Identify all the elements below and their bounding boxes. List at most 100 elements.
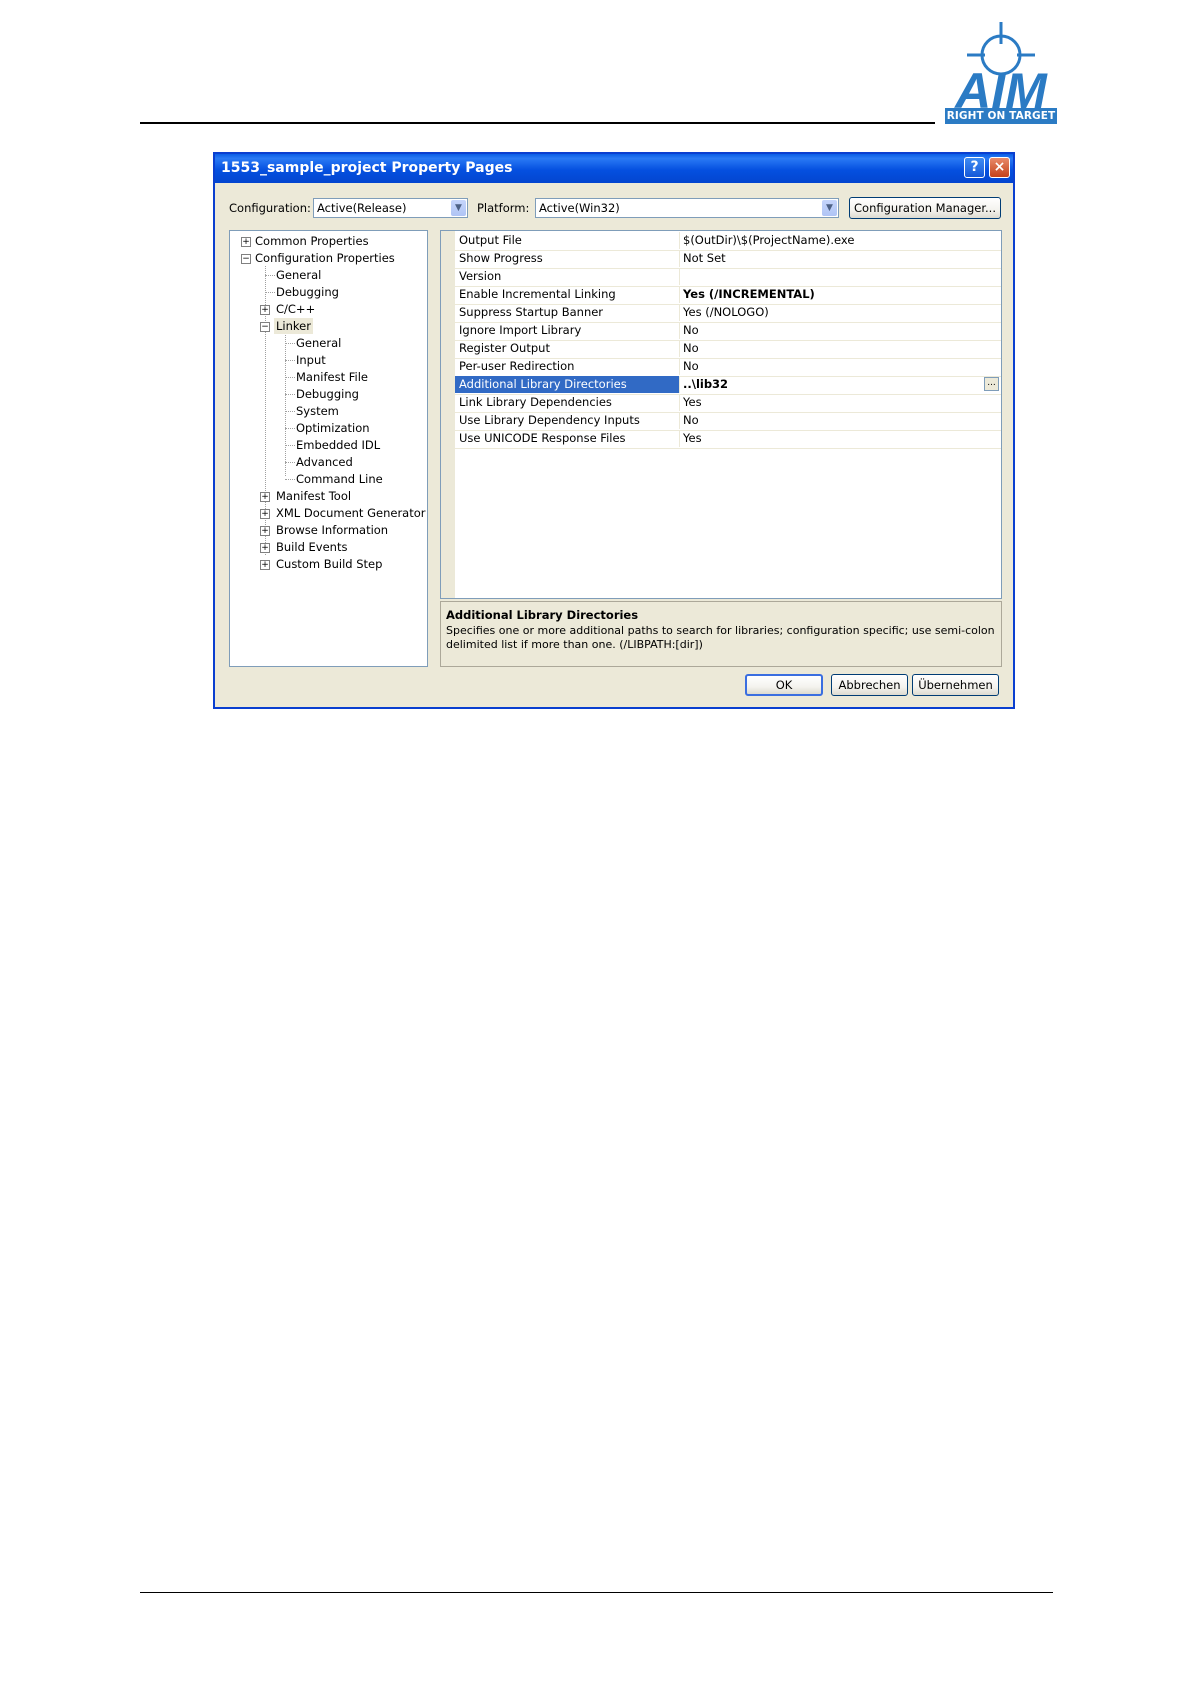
property-name: Show Progress (455, 250, 680, 267)
description-panel: Additional Library Directories Specifies… (440, 601, 1002, 667)
tree-connector (265, 275, 275, 276)
property-row[interactable]: Version (455, 268, 1001, 287)
property-name: Use UNICODE Response Files (455, 430, 680, 447)
expand-icon[interactable]: + (260, 305, 270, 315)
tree-item-linker-manifest-file[interactable]: Manifest File (296, 369, 368, 385)
tree-connector (285, 332, 286, 476)
dialog-titlebar[interactable]: 1553_sample_project Property Pages ? × (215, 154, 1013, 183)
tree-item-linker[interactable]: Linker (274, 318, 313, 334)
property-pages-dialog: 1553_sample_project Property Pages ? × C… (213, 152, 1015, 709)
property-name: Output File (455, 232, 680, 249)
description-text: Specifies one or more additional paths t… (446, 624, 995, 651)
property-row[interactable]: Register Output No (455, 340, 1001, 359)
expand-icon[interactable]: + (260, 560, 270, 570)
tree-item-linker-optimization[interactable]: Optimization (296, 420, 370, 436)
footer-rule (140, 1592, 1053, 1593)
configuration-select[interactable]: Active(Release) ▼ (313, 198, 468, 218)
grid-gutter (441, 231, 455, 598)
tree-item-custom-build-step[interactable]: Custom Build Step (276, 556, 382, 572)
property-row[interactable]: Suppress Startup Banner Yes (/NOLOGO) (455, 304, 1001, 323)
logo-tagline: RIGHT ON TARGET (945, 108, 1057, 124)
property-row[interactable]: Use UNICODE Response Files Yes (455, 430, 1001, 449)
help-icon: ? (970, 159, 979, 175)
configuration-manager-button[interactable]: Configuration Manager... (849, 197, 1001, 219)
property-value[interactable]: No (683, 358, 1001, 375)
property-row-selected[interactable]: Additional Library Directories ..\lib32 … (455, 376, 1001, 395)
property-row[interactable]: Output File $(OutDir)\$(ProjectName).exe (455, 232, 1001, 251)
description-title: Additional Library Directories (446, 608, 639, 622)
property-value[interactable]: No (683, 340, 1001, 357)
tree-item-linker-system[interactable]: System (296, 403, 339, 419)
tree-item-general[interactable]: General (276, 267, 321, 283)
property-grid[interactable]: Output File $(OutDir)\$(ProjectName).exe… (440, 230, 1002, 599)
property-name: Link Library Dependencies (455, 394, 680, 411)
property-row[interactable]: Per-user Redirection No (455, 358, 1001, 377)
expand-icon[interactable]: + (260, 509, 270, 519)
chevron-down-icon[interactable]: ▼ (822, 200, 837, 216)
header-rule (140, 122, 935, 124)
property-value[interactable]: ..\lib32 (683, 376, 1001, 393)
property-name: Suppress Startup Banner (455, 304, 680, 321)
collapse-icon[interactable]: − (241, 254, 251, 264)
expand-icon[interactable]: + (260, 526, 270, 536)
ok-button[interactable]: OK (745, 674, 823, 696)
cancel-button[interactable]: Abbrechen (831, 674, 908, 696)
tree-connector (285, 377, 295, 378)
property-row[interactable]: Show Progress Not Set (455, 250, 1001, 269)
property-name: Enable Incremental Linking (455, 286, 680, 303)
tree-item-linker-advanced[interactable]: Advanced (296, 454, 353, 470)
property-value[interactable]: $(OutDir)\$(ProjectName).exe (683, 232, 1001, 249)
tree-item-linker-general[interactable]: General (296, 335, 341, 351)
apply-button[interactable]: Übernehmen (912, 674, 999, 696)
help-button[interactable]: ? (964, 157, 985, 178)
tree-item-browse-information[interactable]: Browse Information (276, 522, 388, 538)
tree-item-linker-embedded-idl[interactable]: Embedded IDL (296, 437, 380, 453)
property-value[interactable]: Yes (683, 394, 1001, 411)
tree-item-linker-debugging[interactable]: Debugging (296, 386, 359, 402)
property-value[interactable]: Not Set (683, 250, 1001, 267)
expand-icon[interactable]: + (260, 543, 270, 553)
property-name: Version (455, 268, 680, 285)
tree-item-debugging[interactable]: Debugging (276, 284, 339, 300)
tree-item-build-events[interactable]: Build Events (276, 539, 347, 555)
expand-icon[interactable]: + (241, 237, 251, 247)
tree-connector (285, 445, 295, 446)
logo-word: AIM (953, 63, 1048, 110)
platform-select[interactable]: Active(Win32) ▼ (535, 198, 839, 218)
platform-label: Platform: (477, 201, 530, 215)
category-tree[interactable]: + − + − + + + + + Common Properties Conf… (229, 230, 428, 667)
close-button[interactable]: × (989, 157, 1010, 178)
collapse-icon[interactable]: − (260, 322, 270, 332)
property-row[interactable]: Use Library Dependency Inputs No (455, 412, 1001, 431)
property-value[interactable]: No (683, 412, 1001, 429)
property-row[interactable]: Enable Incremental Linking Yes (/INCREME… (455, 286, 1001, 305)
tree-item-cpp[interactable]: C/C++ (276, 301, 315, 317)
expand-icon[interactable]: + (260, 492, 270, 502)
crosshair-logo-icon: AIM (953, 22, 1048, 119)
property-row[interactable]: Link Library Dependencies Yes (455, 394, 1001, 413)
tree-item-xml-document-generator[interactable]: XML Document Generator (276, 505, 426, 521)
tree-connector (285, 394, 295, 395)
chevron-down-icon[interactable]: ▼ (451, 200, 466, 216)
tree-connector (285, 360, 295, 361)
tree-item-configuration-properties[interactable]: Configuration Properties (255, 250, 395, 266)
property-value[interactable]: Yes (/NOLOGO) (683, 304, 1001, 321)
property-value[interactable] (683, 268, 1001, 285)
tree-connector (285, 411, 295, 412)
tree-connector (285, 462, 295, 463)
property-value[interactable]: Yes (/INCREMENTAL) (683, 286, 1001, 303)
tree-item-linker-command-line[interactable]: Command Line (296, 471, 383, 487)
property-name: Additional Library Directories (455, 376, 680, 393)
property-name: Ignore Import Library (455, 322, 680, 339)
property-value[interactable]: No (683, 322, 1001, 339)
tree-item-common-properties[interactable]: Common Properties (255, 233, 369, 249)
property-value[interactable]: Yes (683, 430, 1001, 447)
tree-connector (265, 292, 275, 293)
configuration-label: Configuration: (229, 201, 311, 215)
property-name: Use Library Dependency Inputs (455, 412, 680, 429)
tree-item-manifest-tool[interactable]: Manifest Tool (276, 488, 351, 504)
platform-value: Active(Win32) (539, 201, 620, 215)
browse-ellipsis-button[interactable]: ... (984, 377, 999, 391)
property-row[interactable]: Ignore Import Library No (455, 322, 1001, 341)
tree-item-linker-input[interactable]: Input (296, 352, 326, 368)
